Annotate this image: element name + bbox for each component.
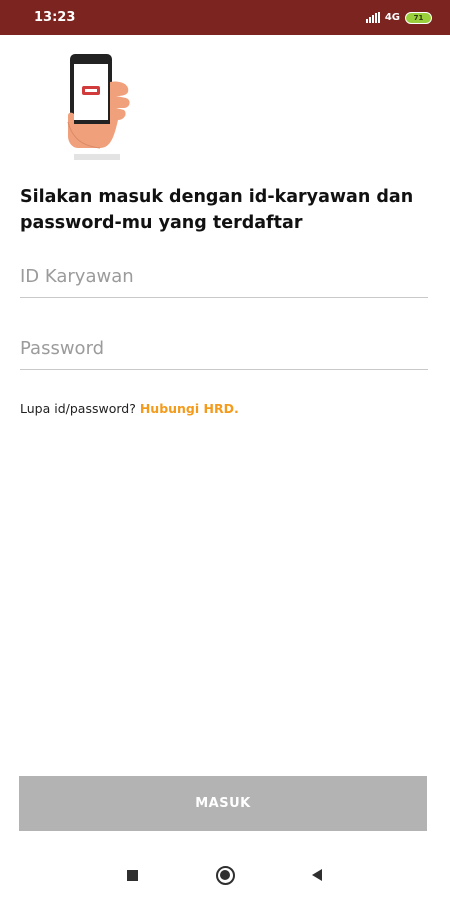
square-icon — [126, 869, 138, 881]
login-screen: 13:23 4G 71 Silakan masuk dengan id-kary… — [0, 0, 450, 900]
back-button[interactable] — [306, 864, 328, 886]
battery-level: 71 — [413, 13, 424, 22]
forgot-text: Lupa id/password? — [20, 401, 136, 416]
login-button[interactable]: MASUK — [19, 776, 427, 831]
hand-holding-phone-icon — [67, 54, 130, 160]
status-time: 13:23 — [34, 10, 76, 25]
triangle-back-icon — [312, 869, 322, 881]
home-button[interactable] — [214, 864, 236, 886]
system-nav-bar — [0, 850, 450, 900]
circle-icon — [215, 865, 235, 885]
employee-id-input[interactable] — [20, 262, 428, 298]
recent-apps-button[interactable] — [121, 864, 143, 886]
forgot-line: Lupa id/password? Hubungi HRD. — [20, 401, 239, 416]
password-input[interactable] — [20, 334, 428, 370]
battery-icon: 71 — [405, 11, 432, 24]
signal-icon — [365, 12, 380, 23]
status-icons: 4G 71 — [365, 11, 432, 24]
contact-hrd-link[interactable]: Hubungi HRD. — [140, 401, 239, 416]
status-bar: 13:23 4G 71 — [0, 0, 450, 35]
page-heading: Silakan masuk dengan id-karyawan dan pas… — [20, 187, 414, 233]
network-type: 4G — [384, 12, 400, 23]
